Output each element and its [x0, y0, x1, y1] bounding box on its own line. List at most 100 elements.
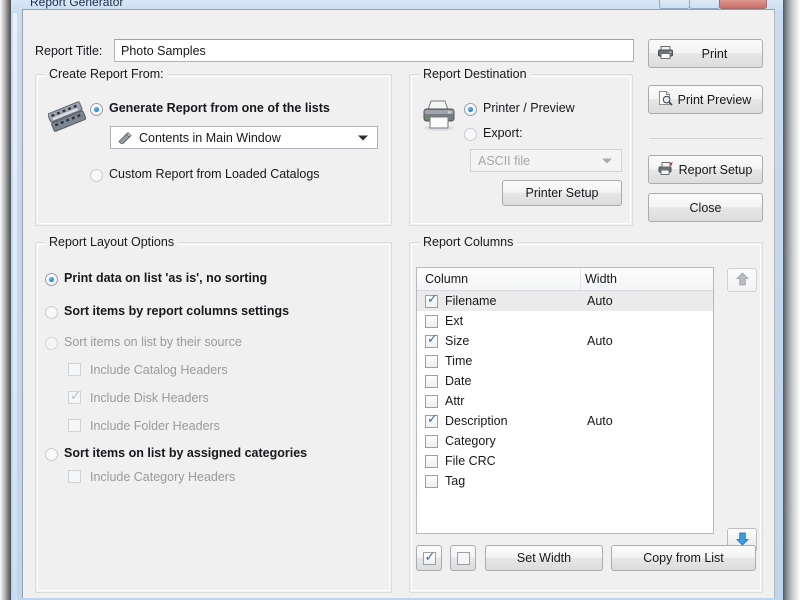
radio-generate-report-from-list-label: Generate Report from one of the lists: [109, 101, 330, 115]
radio-sort-by-source[interactable]: [45, 337, 58, 350]
report-layout-options-legend: Report Layout Options: [45, 235, 179, 249]
window-shadow-left: [0, 0, 11, 600]
close-button[interactable]: Close: [648, 193, 763, 222]
table-row[interactable]: ✓ Filename Auto: [417, 291, 713, 311]
radio-printer-preview[interactable]: [464, 103, 477, 116]
set-width-button[interactable]: Set Width: [485, 545, 603, 571]
row-column-width: Auto: [587, 334, 613, 348]
film-strip-icon: [47, 101, 87, 136]
report-columns-legend: Report Columns: [419, 235, 518, 249]
checkbox-include-catalog-headers[interactable]: [68, 363, 81, 376]
row-checkbox-file-crc[interactable]: [425, 454, 438, 468]
radio-export[interactable]: [464, 128, 477, 141]
report-columns-rows: ✓ Filename Auto Ext ✓ Size Auto Time Date Attr ✓ De…: [417, 291, 713, 491]
window-shadow-right: [783, 0, 800, 600]
report-setup-button[interactable]: Report Setup: [648, 155, 763, 184]
source-list-combo-value: Contents in Main Window: [139, 130, 281, 145]
checkbox-include-folder-headers[interactable]: [68, 419, 81, 432]
radio-sort-by-report-columns[interactable]: [45, 306, 58, 319]
check-mark-icon: ✓: [427, 411, 438, 427]
print-button[interactable]: Print: [648, 39, 763, 68]
report-title-input[interactable]: Photo Samples: [114, 39, 634, 62]
row-checkbox-ext[interactable]: [425, 314, 438, 328]
table-row[interactable]: ✓ Description Auto: [417, 411, 713, 431]
radio-sort-by-categories[interactable]: [45, 448, 58, 461]
column-header-column[interactable]: Column: [417, 272, 580, 286]
radio-print-as-is[interactable]: [45, 273, 58, 286]
row-checkbox-date[interactable]: [425, 374, 438, 388]
row-column-width: Auto: [587, 294, 613, 308]
row-column-name: File CRC: [445, 454, 496, 468]
minimize-button[interactable]: [659, 0, 690, 9]
radio-print-as-is-label: Print data on list 'as is', no sorting: [64, 271, 268, 285]
checkbox-include-category-headers-label: Include Category Headers: [90, 470, 236, 484]
radio-custom-report-from-catalogs-label: Custom Report from Loaded Catalogs: [109, 167, 320, 181]
checkbox-include-disk-headers[interactable]: ✓: [68, 390, 81, 404]
table-row[interactable]: ✓ Size Auto: [417, 331, 713, 351]
row-column-name: Ext: [445, 314, 464, 328]
row-checkbox-time[interactable]: [425, 354, 438, 368]
radio-custom-report-from-catalogs[interactable]: [90, 169, 103, 182]
radio-sort-by-categories-label: Sort items on list by assigned categorie…: [64, 446, 308, 460]
close-window-button[interactable]: [719, 0, 767, 9]
window-title: Report Generator: [30, 0, 124, 9]
radio-generate-report-from-list[interactable]: [90, 103, 103, 116]
check-all-button[interactable]: ✓: [416, 545, 442, 571]
print-button-label: Print: [701, 46, 728, 61]
table-row[interactable]: Tag: [417, 471, 713, 491]
row-checkbox-description[interactable]: ✓: [425, 411, 438, 428]
print-preview-button[interactable]: Print Preview: [648, 85, 763, 114]
checkbox-include-folder-headers-label: Include Folder Headers: [90, 419, 220, 433]
maximize-button[interactable]: [689, 0, 720, 9]
print-preview-icon: [658, 90, 673, 109]
check-mark-icon-all: ✓: [424, 549, 436, 565]
copy-from-list-button[interactable]: Copy from List: [611, 545, 756, 571]
checkbox-include-catalog-headers-label: Include Catalog Headers: [90, 363, 228, 377]
button-separator: [649, 138, 763, 139]
copy-from-list-button-label: Copy from List: [643, 551, 724, 565]
source-list-combo[interactable]: Contents in Main Window: [110, 126, 378, 149]
printer-setup-button-label: Printer Setup: [525, 186, 599, 200]
table-row[interactable]: Attr: [417, 391, 713, 411]
export-format-combo[interactable]: ASCII file: [470, 149, 622, 172]
create-report-from-group: Create Report From:: [35, 67, 392, 226]
row-column-name: Category: [445, 434, 496, 448]
radio-printer-preview-label: Printer / Preview: [483, 101, 575, 115]
report-columns-listview[interactable]: Column Width ✓ Filename Auto Ext ✓ Size Auto Ti…: [416, 267, 714, 534]
table-row[interactable]: Time: [417, 351, 713, 371]
report-columns-header-row: Column Width: [417, 268, 713, 291]
printer-icon-large: [420, 98, 458, 135]
report-destination-legend: Report Destination: [419, 67, 531, 81]
move-up-button[interactable]: [727, 268, 757, 292]
row-checkbox-tag[interactable]: [425, 474, 438, 488]
report-setup-button-label: Report Setup: [678, 162, 753, 177]
row-checkbox-filename[interactable]: ✓: [425, 293, 438, 308]
screen: Report Generator Report Title: Photo Sam…: [0, 0, 800, 600]
row-column-name: Attr: [445, 394, 465, 408]
uncheck-all-button[interactable]: [450, 545, 476, 571]
row-checkbox-size[interactable]: ✓: [425, 331, 438, 348]
dialog-content: Report Title: Photo Samples Print Print …: [24, 11, 773, 597]
table-row[interactable]: Category: [417, 431, 713, 451]
checkbox-include-category-headers[interactable]: [68, 470, 81, 483]
table-row[interactable]: Ext: [417, 311, 713, 331]
set-width-button-label: Set Width: [516, 551, 572, 565]
row-column-name: Tag: [445, 474, 466, 488]
printer-setup-button[interactable]: Printer Setup: [502, 180, 622, 206]
chevron-down-icon: [358, 135, 368, 140]
checkbox-checked-icon: ✓: [422, 549, 436, 565]
radio-sort-by-source-label: Sort items on list by their source: [64, 335, 242, 349]
row-column-width: Auto: [587, 414, 613, 428]
check-mark-icon: ✓: [427, 331, 438, 347]
checkbox-include-disk-headers-label: Include Disk Headers: [90, 391, 209, 405]
row-checkbox-category[interactable]: [425, 434, 438, 448]
report-title-value: Photo Samples: [121, 43, 206, 58]
close-button-label: Close: [689, 200, 722, 215]
radio-sort-by-report-columns-label: Sort items by report columns settings: [64, 304, 290, 318]
row-checkbox-attr[interactable]: [425, 394, 438, 408]
column-header-width[interactable]: Width: [580, 268, 713, 290]
row-column-name: Date: [445, 374, 472, 388]
table-row[interactable]: Date: [417, 371, 713, 391]
create-report-from-legend: Create Report From:: [45, 67, 168, 81]
table-row[interactable]: File CRC: [417, 451, 713, 471]
